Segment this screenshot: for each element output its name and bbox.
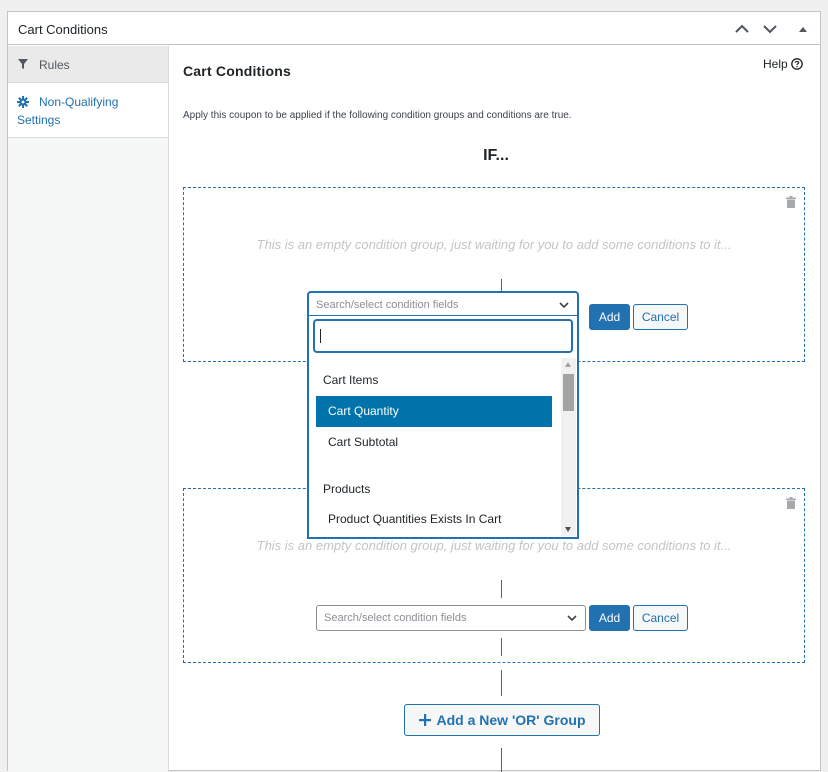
- dropdown-options-list: Cart Items Cart Quantity Cart Subtotal P…: [309, 360, 561, 536]
- option-cart-quantity[interactable]: Cart Quantity: [316, 396, 552, 427]
- condition-field-select[interactable]: Search/select condition fields: [316, 605, 586, 631]
- toggle-panel-button[interactable]: [794, 20, 812, 38]
- sidebar-item-non-qualifying-settings[interactable]: Non-Qualifying Settings: [8, 83, 168, 138]
- chevron-down-icon: [567, 615, 577, 622]
- trash-icon[interactable]: [786, 196, 796, 208]
- chevron-down-icon: [763, 25, 777, 34]
- empty-group-message: This is an empty condition group, just w…: [256, 538, 732, 553]
- option-group-label: Products: [323, 482, 371, 496]
- add-condition-button[interactable]: Add: [589, 304, 630, 330]
- description: Apply this coupon to be applied if the f…: [183, 110, 572, 121]
- option-group-label: Cart Items: [323, 373, 379, 387]
- option-cart-subtotal[interactable]: Cart Subtotal: [316, 427, 552, 458]
- if-label: IF...: [483, 147, 509, 164]
- select-placeholder: Search/select condition fields: [316, 299, 459, 311]
- trash-icon[interactable]: [786, 497, 796, 509]
- dropdown-search-input[interactable]: [314, 320, 572, 352]
- empty-group-message: This is an empty condition group, just w…: [256, 237, 732, 252]
- add-or-group-label: Add a New 'OR' Group: [436, 712, 586, 728]
- option-product-quantities-exists[interactable]: Product Quantities Exists In Cart: [316, 504, 552, 535]
- gear-icon: [17, 96, 29, 108]
- panel-title: Cart Conditions: [18, 22, 108, 37]
- help-label: Help: [763, 57, 788, 71]
- question-circle-icon: [790, 58, 803, 70]
- plus-icon: [418, 714, 431, 726]
- connector-line: [501, 748, 502, 772]
- connector-line: [501, 670, 502, 696]
- panel-header: Cart Conditions: [8, 12, 820, 45]
- connector-line: [501, 638, 502, 656]
- funnel-icon: [18, 59, 28, 69]
- scroll-up-arrow-icon[interactable]: [565, 362, 571, 367]
- sidebar-item-label: Non-Qualifying: [39, 95, 119, 109]
- sidebar-item-label: Settings: [17, 113, 61, 127]
- sidebar-item-rules[interactable]: Rules: [8, 46, 168, 83]
- move-down-button[interactable]: [761, 20, 779, 38]
- chevron-up-icon: [735, 24, 749, 33]
- move-up-button[interactable]: [733, 20, 751, 38]
- dropdown-scrollbar[interactable]: [561, 358, 576, 536]
- connector-line: [501, 580, 502, 598]
- condition-field-select[interactable]: Search/select condition fields: [308, 292, 578, 318]
- cancel-button[interactable]: Cancel: [633, 605, 688, 631]
- select-placeholder: Search/select condition fields: [324, 612, 467, 624]
- add-condition-button[interactable]: Add: [589, 605, 630, 631]
- sidebar: Rules Non-Qualifying Settings: [8, 46, 169, 772]
- triangle-up-icon: [799, 27, 807, 32]
- scroll-down-arrow-icon[interactable]: [565, 527, 571, 532]
- page-title: Cart Conditions: [183, 63, 291, 79]
- condition-field-dropdown: Cart Items Cart Quantity Cart Subtotal P…: [308, 316, 578, 538]
- text-cursor: [320, 329, 321, 343]
- scrollbar-thumb[interactable]: [563, 374, 574, 411]
- cancel-button[interactable]: Cancel: [633, 304, 688, 330]
- add-or-group-button[interactable]: Add a New 'OR' Group: [404, 704, 600, 736]
- sidebar-item-label: Rules: [39, 58, 70, 72]
- help-link[interactable]: Help: [763, 57, 803, 71]
- chevron-down-icon: [559, 302, 569, 309]
